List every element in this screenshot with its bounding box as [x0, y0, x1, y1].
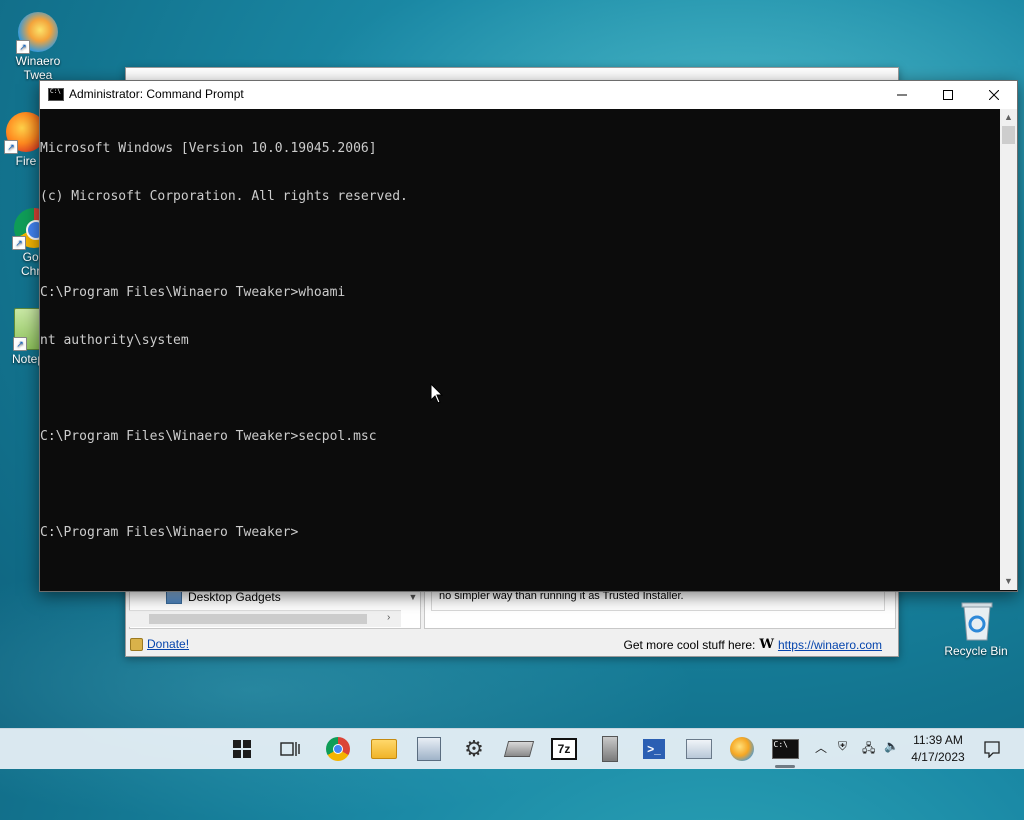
gadgets-icon: [166, 590, 182, 604]
maximize-button[interactable]: [925, 81, 971, 109]
winaero-tweaker-icon: ↗: [16, 12, 58, 54]
chevron-right-icon[interactable]: ›: [387, 612, 390, 623]
command-prompt-icon: C:\: [771, 739, 799, 759]
chrome-icon: [326, 737, 350, 761]
recycle-bin-label: Recycle Bin: [944, 644, 1008, 658]
taskbar-file-explorer[interactable]: [370, 735, 398, 763]
console-line: Microsoft Windows [Version 10.0.19045.20…: [40, 141, 377, 156]
taskbar-chrome[interactable]: [324, 735, 352, 763]
network-monitor-icon: 🖧: [862, 741, 876, 755]
winaero-logo-icon: W: [759, 637, 774, 652]
console-output[interactable]: Microsoft Windows [Version 10.0.19045.20…: [40, 109, 1000, 589]
console-vertical-scrollbar[interactable]: ▲ ▼: [1000, 109, 1017, 590]
taskbar-clock[interactable]: 11:39 AM 4/17/2023: [900, 732, 976, 766]
scroll-up-icon[interactable]: ▲: [1000, 109, 1017, 126]
shortcut-arrow-icon: ↗: [12, 236, 26, 250]
network-icon: [503, 741, 535, 757]
clock-date: 4/17/2023: [911, 750, 965, 764]
notifications-button[interactable]: [978, 735, 1006, 763]
taskbar-network-tool[interactable]: [503, 735, 535, 763]
close-icon: [989, 90, 999, 100]
console-line: (c) Microsoft Corporation. All rights re…: [40, 189, 408, 204]
winaero-site-link[interactable]: https://winaero.com: [778, 638, 882, 652]
console-prompt-line[interactable]: C:\Program Files\Winaero Tweaker>: [40, 525, 1000, 541]
tray-network-icon[interactable]: 🖧: [862, 739, 875, 760]
console-line: nt authority\system: [40, 333, 189, 348]
cmd-title-bar[interactable]: Administrator: Command Prompt: [40, 81, 1017, 109]
tree-horizontal-scrollbar[interactable]: ›: [129, 610, 401, 627]
tray-security-icon[interactable]: ⛨: [838, 739, 847, 754]
desktop-icon-recycle-bin[interactable]: Recycle Bin: [938, 600, 1014, 658]
taskbar: ⚙ 7z >_ C:\ ︿ ⛨ 🖧 🔈 11:39 AM 4/17/2023: [0, 728, 1024, 769]
taskbar-command-prompt[interactable]: C:\: [771, 735, 799, 768]
console-line: C:\Program Files\Winaero Tweaker>whoami: [40, 285, 346, 300]
start-button[interactable]: [228, 735, 256, 763]
tweaker-status-bar: Donate! Get more cool stuff here: W http…: [126, 632, 898, 654]
donate-icon: [130, 637, 143, 651]
command-prompt-window[interactable]: Administrator: Command Prompt Microsoft …: [39, 80, 1018, 592]
scrollbar-thumb[interactable]: [149, 614, 367, 624]
windows-logo-icon: [233, 740, 251, 758]
registry-icon: [602, 736, 618, 762]
tweaker-app-icon: [417, 737, 441, 761]
cmd-app-icon[interactable]: [48, 88, 64, 101]
cool-stuff-label: Get more cool stuff here:: [623, 637, 756, 652]
tree-item-desktop-gadgets[interactable]: Desktop Gadgets: [166, 590, 281, 604]
tree-item-label: Desktop Gadgets: [188, 590, 281, 604]
folder-icon: [371, 739, 397, 759]
powershell-icon: >_: [643, 739, 665, 759]
desktop-icon-winaero-tweaker[interactable]: ↗ Winaero Twea: [0, 12, 76, 82]
notification-icon: [984, 741, 1000, 758]
control-panel-icon: [686, 739, 712, 759]
scrollbar-thumb[interactable]: [1002, 126, 1015, 144]
scroll-down-icon[interactable]: ▼: [1000, 573, 1017, 590]
taskbar-powershell[interactable]: >_: [640, 735, 668, 763]
firefox-icon: [730, 737, 754, 761]
maximize-icon: [943, 90, 953, 100]
7zip-icon: 7z: [551, 738, 577, 760]
task-view-icon: [280, 742, 300, 756]
taskbar-settings[interactable]: ⚙: [460, 735, 488, 763]
taskbar-7zip[interactable]: 7z: [550, 735, 578, 763]
gear-icon: ⚙: [464, 736, 484, 761]
mouse-pointer-icon: [430, 383, 444, 404]
chevron-up-icon: ︿: [815, 741, 828, 755]
task-view-button[interactable]: [276, 735, 304, 763]
desktop-icon-label: Winaero Twea: [15, 54, 61, 82]
cmd-window-title: Administrator: Command Prompt: [69, 87, 244, 101]
minimize-button[interactable]: [879, 81, 925, 109]
taskbar-firefox[interactable]: [728, 735, 756, 763]
minimize-icon: [897, 94, 907, 96]
clock-time: 11:39 AM: [913, 733, 963, 747]
shortcut-arrow-icon: ↗: [16, 40, 30, 54]
notepad-icon: ↗: [13, 308, 42, 351]
show-hidden-icons-button[interactable]: ︿: [815, 739, 827, 756]
taskbar-tweaker[interactable]: [415, 735, 443, 763]
donate-link[interactable]: Donate!: [147, 637, 189, 651]
recycle-bin-icon: [960, 600, 993, 641]
close-button[interactable]: [971, 81, 1017, 109]
taskbar-registry-editor[interactable]: [596, 735, 624, 763]
taskbar-control-panel[interactable]: [685, 735, 713, 763]
shortcut-arrow-icon: ↗: [13, 337, 27, 351]
tray-volume-icon[interactable]: 🔈: [884, 739, 899, 753]
shield-icon: ⛨: [838, 739, 848, 753]
speaker-icon: 🔈: [884, 739, 899, 753]
shortcut-arrow-icon: ↗: [4, 140, 18, 154]
console-line: C:\Program Files\Winaero Tweaker>secpol.…: [40, 429, 377, 444]
